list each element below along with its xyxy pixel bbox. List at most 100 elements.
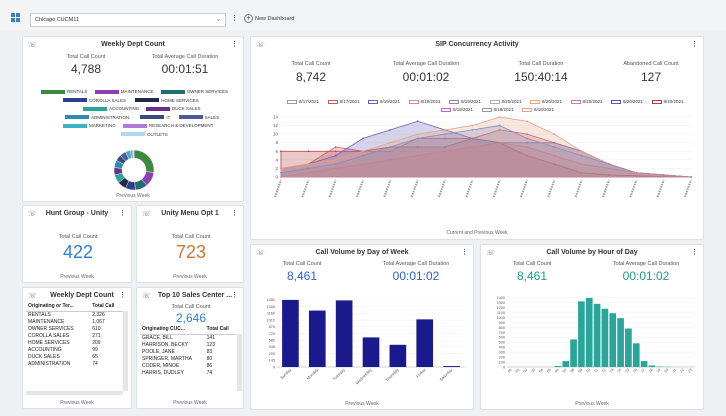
bar[interactable]	[648, 365, 656, 367]
bar[interactable]	[282, 299, 299, 367]
legend-item[interactable]: 8/20/2021	[651, 99, 684, 104]
data-point[interactable]	[526, 120, 528, 123]
data-point[interactable]	[307, 171, 310, 174]
data-point[interactable]	[362, 154, 364, 157]
data-point[interactable]	[389, 146, 392, 148]
data-point[interactable]	[608, 167, 610, 170]
data-point[interactable]	[526, 137, 528, 140]
legend-item[interactable]: OUTLETS	[121, 132, 168, 137]
data-point[interactable]	[608, 163, 610, 166]
vertical-scrollbar[interactable]	[123, 311, 128, 391]
data-point[interactable]	[471, 146, 474, 148]
bar[interactable]	[308, 310, 326, 367]
table-row[interactable]: HOME SERVICES 209	[26, 339, 124, 346]
legend-item[interactable]: COROLLA SALES	[63, 98, 126, 103]
data-point[interactable]	[553, 133, 556, 136]
bar[interactable]	[617, 318, 624, 367]
legend-item[interactable]: RESEARCH & DEVELOPMENT	[122, 123, 213, 128]
data-point[interactable]	[334, 146, 337, 148]
table-row[interactable]: ADMINISTRATION 74	[26, 361, 124, 368]
legend-item[interactable]: 8/18/2021	[522, 107, 554, 112]
column-header[interactable]: Total Call	[204, 325, 236, 335]
legend-item[interactable]: 8/19/2021	[368, 99, 400, 104]
data-point[interactable]	[635, 171, 638, 174]
data-point[interactable]	[389, 141, 392, 144]
bar[interactable]	[416, 319, 434, 367]
table-row[interactable]: MAINTENANCE 1,067	[26, 318, 124, 325]
bar[interactable]	[554, 366, 562, 367]
data-point[interactable]	[416, 120, 419, 123]
panel-menu-icon[interactable]: ⋮	[119, 209, 126, 217]
panel-menu-icon[interactable]: ⋮	[119, 291, 126, 299]
data-point[interactable]	[307, 163, 310, 166]
bar[interactable]	[632, 343, 640, 367]
bar[interactable]	[625, 328, 632, 367]
panel-menu-icon[interactable]: ⋮	[461, 248, 468, 256]
panel-menu-icon[interactable]: ⋮	[231, 291, 238, 299]
legend-item[interactable]: 8/18/2021	[481, 107, 514, 112]
table-row[interactable]: COROLLA SALES 271	[26, 332, 124, 339]
table-row[interactable]: HARRIS, DUDLEY 74	[140, 369, 236, 376]
data-point[interactable]	[444, 128, 446, 131]
data-point[interactable]	[498, 141, 501, 144]
table-row[interactable]: POOLE, JANE 83	[140, 348, 236, 355]
legend-item[interactable]: RENTALS	[41, 89, 87, 94]
table-row[interactable]: DUCK SALES 65	[26, 354, 124, 361]
legend-item[interactable]: 8/19/2021	[449, 99, 481, 104]
bar[interactable]	[362, 337, 380, 367]
data-point[interactable]	[362, 150, 364, 153]
legend-item[interactable]: 8/20/2021	[489, 99, 522, 104]
data-point[interactable]	[334, 167, 337, 170]
bar[interactable]	[562, 361, 570, 367]
legend-item[interactable]: 8/17/2021	[327, 99, 360, 104]
data-point[interactable]	[362, 163, 364, 166]
bar[interactable]	[570, 339, 577, 367]
donut-slice[interactable]	[133, 149, 155, 173]
legend-item[interactable]: MAINTENANCE	[94, 89, 153, 94]
data-point[interactable]	[416, 133, 419, 136]
data-point[interactable]	[307, 150, 310, 153]
legend-item[interactable]: 8/17/2021	[287, 99, 319, 104]
data-point[interactable]	[553, 146, 556, 148]
column-header[interactable]: Originating CUC...	[140, 325, 205, 335]
data-point[interactable]	[526, 146, 528, 148]
dashboard-select[interactable]: Chicago CUCM11 ⌄	[30, 13, 226, 27]
legend-item[interactable]: DUCK SALES	[146, 106, 201, 111]
data-point[interactable]	[334, 163, 337, 166]
table-row[interactable]: ACCOUNTING 99	[26, 346, 124, 353]
legend-item[interactable]: HOME SERVICES	[135, 98, 199, 103]
data-point[interactable]	[280, 171, 282, 174]
data-point[interactable]	[498, 124, 501, 127]
data-point[interactable]	[389, 158, 392, 161]
legend-item[interactable]: OWNER SERVICES	[160, 89, 228, 94]
bar[interactable]	[443, 366, 460, 367]
data-point[interactable]	[280, 167, 282, 170]
data-point[interactable]	[307, 167, 310, 170]
data-point[interactable]	[690, 176, 692, 178]
panel-menu-icon[interactable]: ⋮	[231, 40, 238, 48]
legend-item[interactable]: 8/20/2021	[570, 99, 603, 104]
data-point[interactable]	[471, 124, 474, 127]
bar[interactable]	[585, 297, 593, 367]
data-point[interactable]	[416, 154, 419, 157]
data-point[interactable]	[389, 128, 392, 131]
bar[interactable]	[593, 303, 601, 367]
data-point[interactable]	[334, 154, 337, 157]
panel-menu-icon[interactable]: ⋮	[691, 40, 698, 48]
data-point[interactable]	[280, 150, 282, 153]
data-point[interactable]	[444, 133, 446, 136]
legend-item[interactable]: MARKETING	[63, 123, 116, 128]
data-point[interactable]	[580, 163, 583, 166]
vertical-scrollbar[interactable]	[237, 334, 242, 391]
data-point[interactable]	[471, 128, 474, 131]
legend-item[interactable]: ACCOUNTING	[83, 106, 139, 111]
table-row[interactable]: SPRINGER, MARTHA 80	[140, 355, 236, 362]
bar[interactable]	[640, 361, 648, 367]
bar[interactable]	[389, 344, 407, 367]
column-header[interactable]: Total Call	[90, 302, 124, 312]
more-options-icon[interactable]: ⋮	[231, 14, 238, 22]
table-row[interactable]: RENTALS 2,326	[26, 311, 124, 318]
legend-item[interactable]: ADMINISTRATION	[65, 115, 129, 120]
new-dashboard-button[interactable]: + New Dashboard	[244, 13, 294, 25]
legend-item[interactable]: SALES	[178, 115, 219, 120]
